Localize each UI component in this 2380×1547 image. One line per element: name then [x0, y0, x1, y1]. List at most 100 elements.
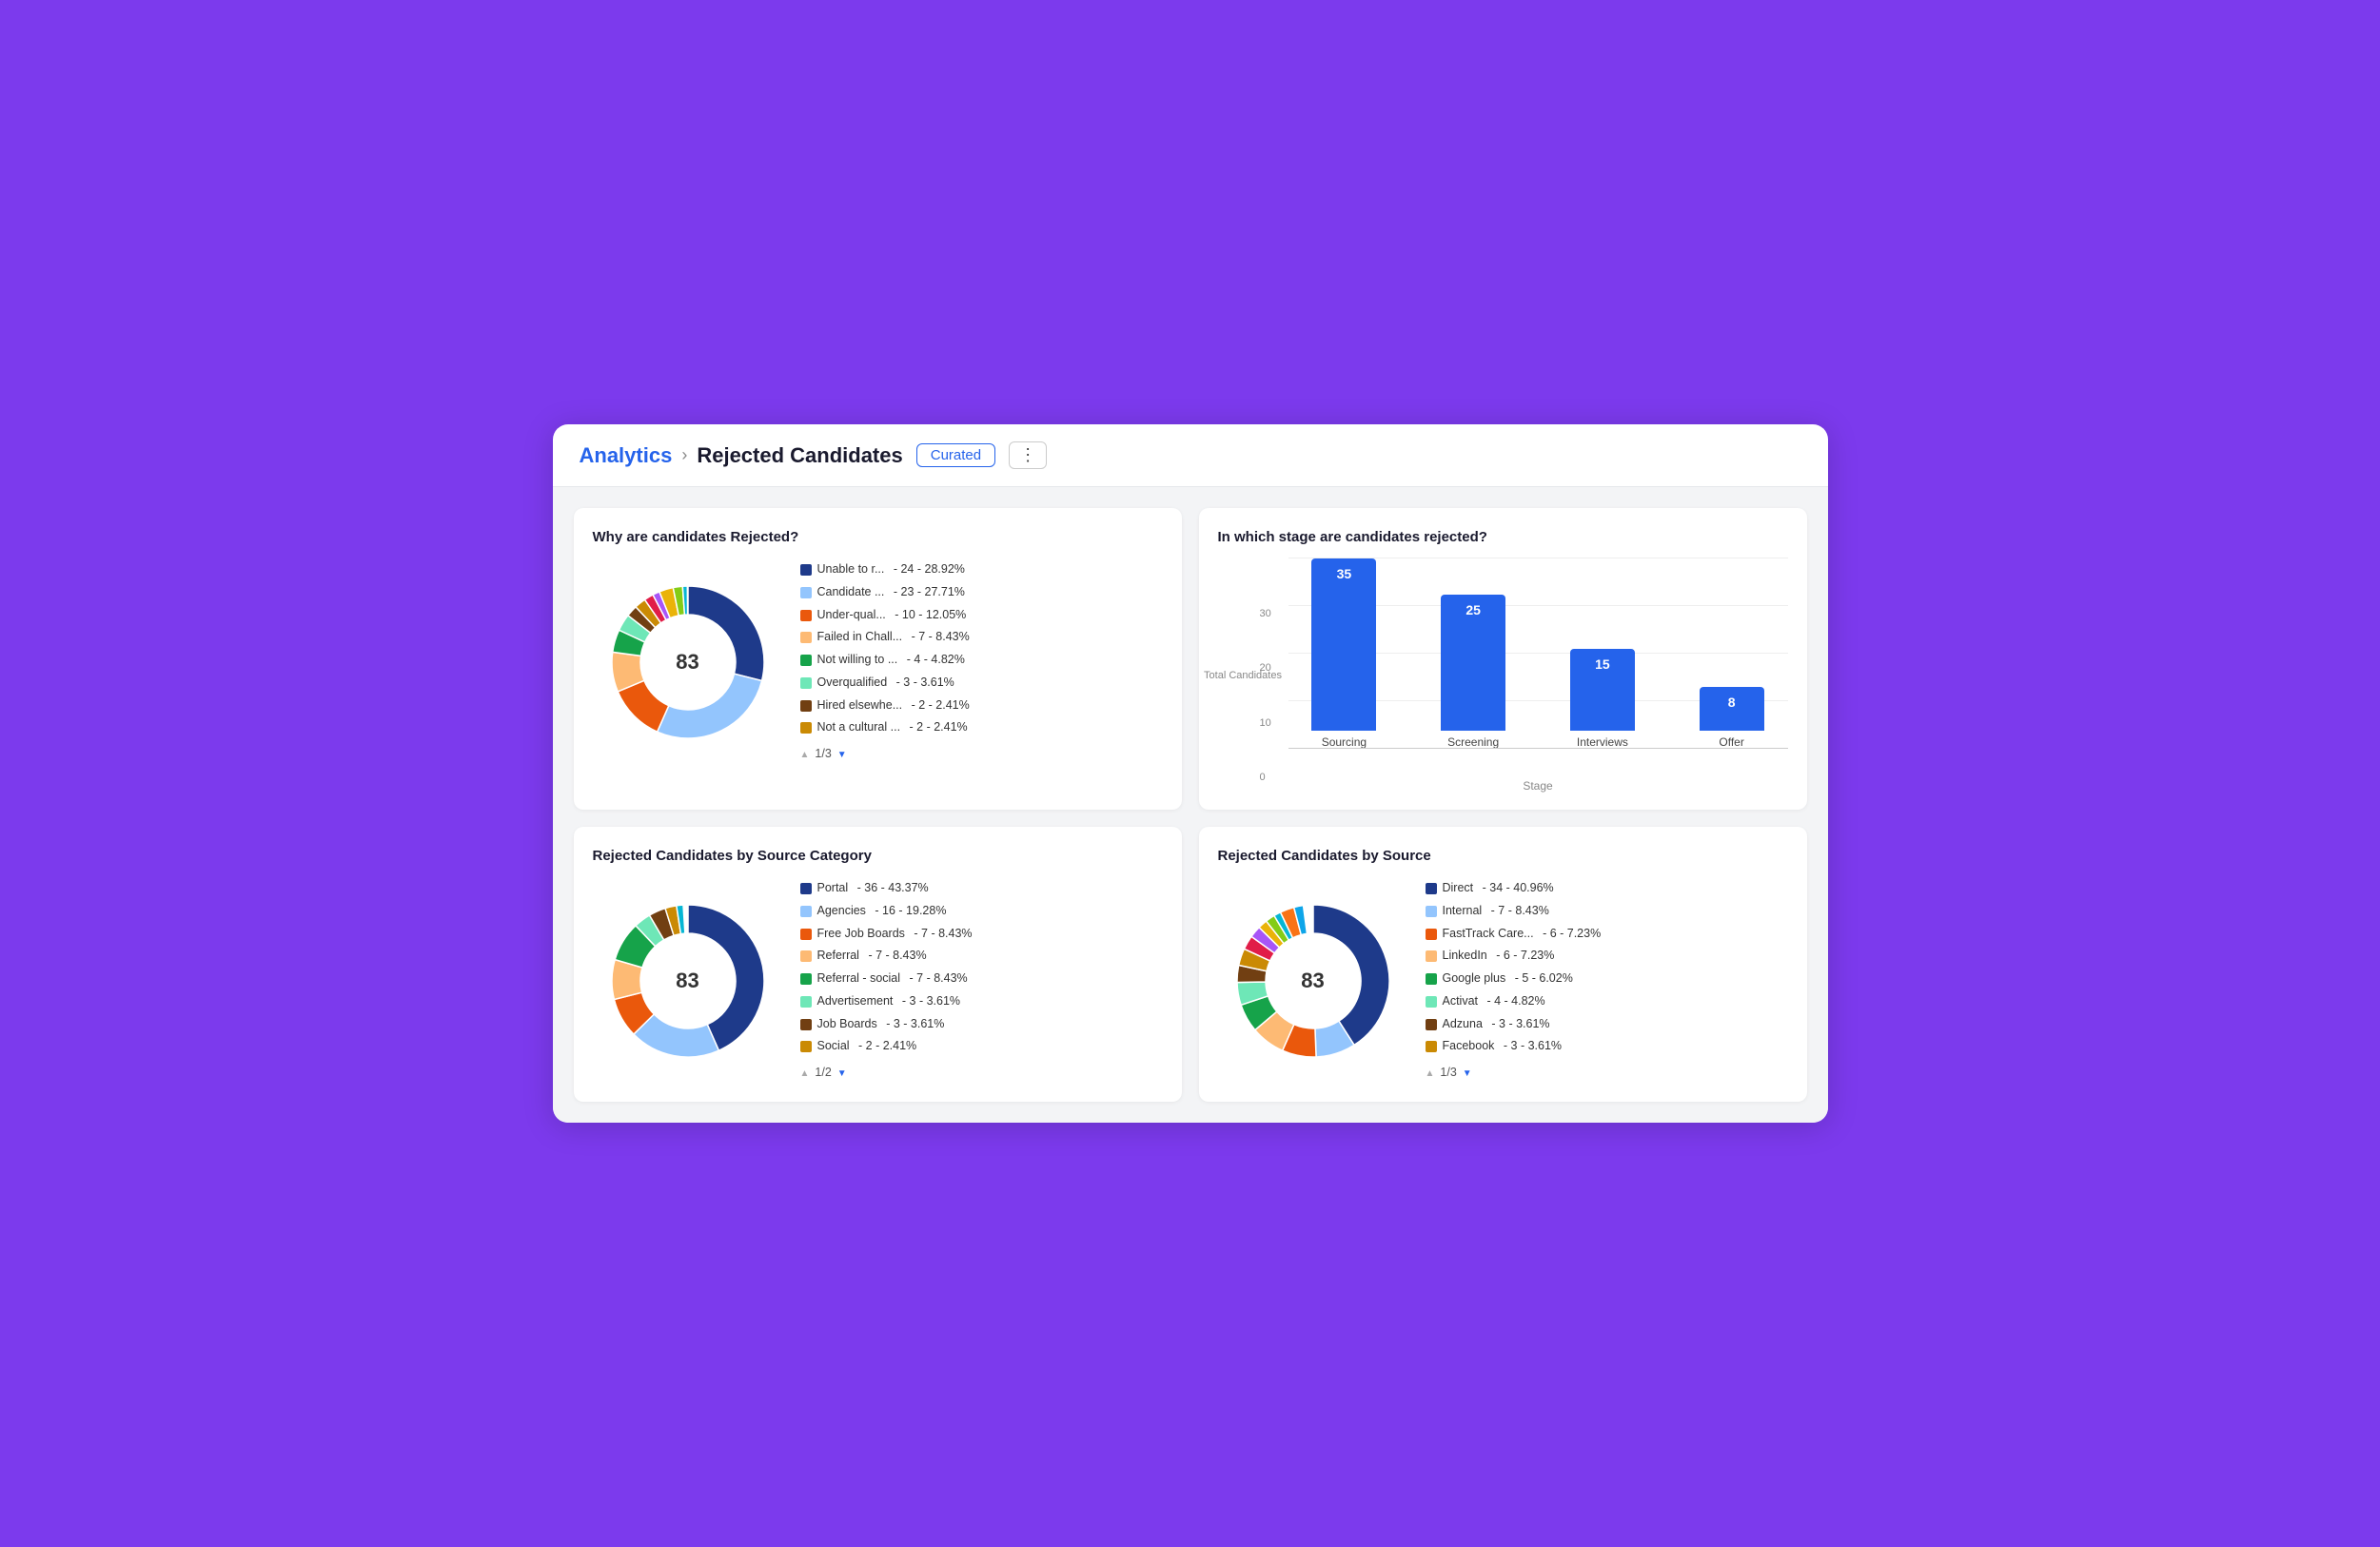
- legend-label: Facebook: [1443, 1035, 1495, 1058]
- legend-label: Direct: [1443, 877, 1474, 900]
- bar-value: 15: [1595, 656, 1610, 672]
- next-page-icon[interactable]: ▼: [837, 1065, 847, 1083]
- source-category-card: Rejected Candidates by Source Category 8…: [574, 827, 1182, 1102]
- legend1-pagination[interactable]: ▲ 1/3 ▼: [800, 743, 970, 766]
- bar: 25: [1441, 595, 1505, 731]
- legend-spacer: - 2 - 2.41%: [856, 1035, 917, 1058]
- legend-color: [800, 677, 812, 689]
- bar-value: 35: [1337, 566, 1352, 581]
- legend-label: Under-qual...: [817, 604, 886, 627]
- legend-color: [1426, 1041, 1437, 1052]
- legend-color: [800, 610, 812, 621]
- legend-label: Unable to r...: [817, 558, 885, 581]
- analytics-link[interactable]: Analytics: [580, 443, 673, 468]
- legend-color: [800, 722, 812, 734]
- legend-item: Direct - 34 - 40.96%: [1426, 877, 1602, 900]
- legend-spacer: - 34 - 40.96%: [1479, 877, 1554, 900]
- legend-spacer: - 7 - 8.43%: [908, 626, 970, 649]
- legend-spacer: - 24 - 28.92%: [890, 558, 965, 581]
- legend-spacer: - 3 - 3.61%: [1500, 1035, 1562, 1058]
- legend-spacer: - 10 - 12.05%: [892, 604, 967, 627]
- main-container: Analytics › Rejected Candidates Curated …: [553, 424, 1828, 1123]
- legend-color: [800, 1019, 812, 1030]
- legend-color: [800, 587, 812, 598]
- legend-color: [800, 700, 812, 712]
- legend-spacer: - 23 - 27.71%: [890, 581, 965, 604]
- legend-label: Adzuna: [1443, 1013, 1483, 1036]
- legend-spacer: - 3 - 3.61%: [898, 990, 960, 1013]
- legend-label: Activat: [1443, 990, 1479, 1013]
- breadcrumb-chevron: ›: [681, 445, 687, 465]
- donut1-center: 83: [676, 650, 698, 675]
- legend-item: Facebook - 3 - 3.61%: [1426, 1035, 1602, 1058]
- bar-chart-area: 0 10 20 30 35 Sourcing 25 Screening 15 I: [1260, 558, 1788, 777]
- legend-color: [1426, 973, 1437, 985]
- next-page-icon[interactable]: ▼: [837, 746, 847, 764]
- legend-color: [800, 906, 812, 917]
- legend-label: Referral - social: [817, 968, 901, 990]
- legend-spacer: - 36 - 43.37%: [854, 877, 929, 900]
- pagination-label: 1/2: [815, 1062, 831, 1085]
- bar: 35: [1311, 558, 1376, 731]
- more-options-button[interactable]: ⋮: [1009, 441, 1047, 469]
- legend-label: Advertisement: [817, 990, 894, 1013]
- legend-label: Not willing to ...: [817, 649, 898, 672]
- legend-label: Hired elsewhe...: [817, 695, 903, 717]
- legend-item: Failed in Chall... - 7 - 8.43%: [800, 626, 970, 649]
- legend-spacer: - 7 - 8.43%: [1487, 900, 1549, 923]
- legend-label: Overqualified: [817, 672, 888, 695]
- legend-color: [1426, 1019, 1437, 1030]
- legend-color: [1426, 906, 1437, 917]
- donut3-center: 83: [676, 969, 698, 993]
- y-axis-ticks: 0 10 20 30: [1260, 558, 1287, 777]
- legend-spacer: - 6 - 7.23%: [1493, 945, 1555, 968]
- bar: 8: [1700, 687, 1764, 731]
- prev-page-icon[interactable]: ▲: [800, 1065, 810, 1083]
- curated-badge[interactable]: Curated: [916, 443, 995, 467]
- donut-chart-3: 83: [593, 886, 783, 1076]
- legend-label: Job Boards: [817, 1013, 877, 1036]
- bar-chart-wrapper: Total Candidates 0 10: [1218, 558, 1788, 793]
- legend-item: Job Boards - 3 - 3.61%: [800, 1013, 973, 1036]
- legend-spacer: - 5 - 6.02%: [1511, 968, 1573, 990]
- legend-spacer: - 7 - 8.43%: [911, 923, 973, 946]
- donut-section-1: 83 Unable to r... - 24 - 28.92% Candidat…: [593, 558, 1163, 766]
- legend-item: Adzuna - 3 - 3.61%: [1426, 1013, 1602, 1036]
- legend-color: [1426, 996, 1437, 1008]
- legend-item: Candidate ... - 23 - 27.71%: [800, 581, 970, 604]
- legend4-pagination[interactable]: ▲ 1/3 ▼: [1426, 1062, 1602, 1085]
- legend-label: Not a cultural ...: [817, 716, 901, 739]
- page-title: Rejected Candidates: [697, 443, 902, 468]
- rejection-reasons-card: Why are candidates Rejected? 83 Unable t…: [574, 508, 1182, 810]
- legend-color: [800, 564, 812, 576]
- legend-4: Direct - 34 - 40.96% Internal - 7 - 8.43…: [1426, 877, 1602, 1085]
- legend-color: [800, 973, 812, 985]
- donut4-center: 83: [1301, 969, 1324, 993]
- card2-title: In which stage are candidates rejected?: [1218, 529, 1788, 545]
- legend3-pagination[interactable]: ▲ 1/2 ▼: [800, 1062, 973, 1085]
- card4-title: Rejected Candidates by Source: [1218, 848, 1788, 864]
- x-axis-label: Stage: [1288, 779, 1788, 793]
- legend-color: [800, 1041, 812, 1052]
- legend-label: Portal: [817, 877, 849, 900]
- legend-color: [800, 950, 812, 962]
- legend-color: [800, 996, 812, 1008]
- legend-color: [1426, 950, 1437, 962]
- prev-page-icon[interactable]: ▲: [800, 746, 810, 764]
- legend-label: Failed in Chall...: [817, 626, 903, 649]
- header: Analytics › Rejected Candidates Curated …: [553, 424, 1828, 487]
- bar-value: 25: [1465, 602, 1481, 617]
- legend-spacer: - 6 - 7.23%: [1540, 923, 1602, 946]
- donut-section-4: 83 Direct - 34 - 40.96% Internal - 7 - 8…: [1218, 877, 1788, 1085]
- legend-item: Not a cultural ... - 2 - 2.41%: [800, 716, 970, 739]
- pagination-label: 1/3: [815, 743, 831, 766]
- bar-value: 8: [1728, 695, 1736, 710]
- legend-item: Internal - 7 - 8.43%: [1426, 900, 1602, 923]
- legend-color: [800, 655, 812, 666]
- legend-spacer: - 16 - 19.28%: [872, 900, 947, 923]
- rejection-stage-card: In which stage are candidates rejected? …: [1199, 508, 1807, 810]
- prev-page-icon[interactable]: ▲: [1426, 1065, 1435, 1083]
- legend-label: LinkedIn: [1443, 945, 1487, 968]
- next-page-icon[interactable]: ▼: [1463, 1065, 1472, 1083]
- legend-item: Hired elsewhe... - 2 - 2.41%: [800, 695, 970, 717]
